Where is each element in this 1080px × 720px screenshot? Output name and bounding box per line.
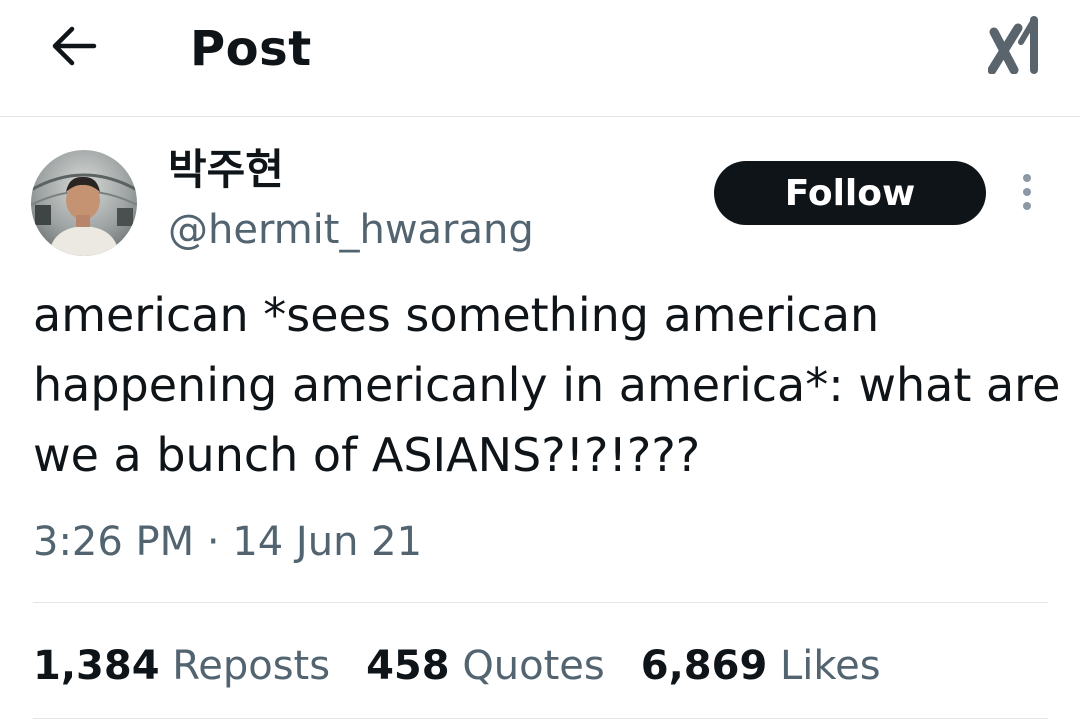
quotes-count: 458 — [366, 643, 450, 689]
divider — [33, 602, 1048, 603]
likes-label: Likes — [780, 643, 881, 689]
author-display-name[interactable]: 박주현 — [168, 140, 284, 200]
reposts-count: 1,384 — [33, 643, 160, 689]
reposts-stat[interactable]: 1,384 Reposts — [33, 643, 330, 689]
back-button[interactable] — [46, 20, 102, 72]
avatar[interactable] — [31, 150, 137, 256]
follow-button[interactable]: Follow — [714, 161, 986, 225]
post-timestamp[interactable]: 3:26 PM · 14 Jun 21 — [33, 512, 422, 572]
x-logo-icon — [987, 16, 1038, 75]
post-text: american *sees something american happen… — [33, 288, 1061, 482]
page-title: Post — [190, 21, 312, 77]
likes-stat[interactable]: 6,869 Likes — [641, 643, 881, 689]
avatar-photo — [31, 150, 137, 256]
likes-count: 6,869 — [640, 643, 768, 689]
quotes-label: Quotes — [462, 643, 605, 689]
author-handle[interactable]: @hermit_hwarang — [168, 200, 534, 260]
more-button[interactable] — [1008, 168, 1046, 218]
reposts-label: Reposts — [172, 643, 331, 689]
quotes-stat[interactable]: 458 Quotes — [366, 643, 605, 689]
more-vertical-icon — [1023, 174, 1031, 210]
divider — [33, 718, 1048, 719]
top-bar: Post — [0, 0, 1080, 117]
engagement-stats: 1,384 Reposts 458 Quotes 6,869 Likes — [33, 634, 917, 698]
x-logo-button[interactable] — [987, 14, 1046, 75]
back-arrow-icon — [52, 26, 97, 66]
